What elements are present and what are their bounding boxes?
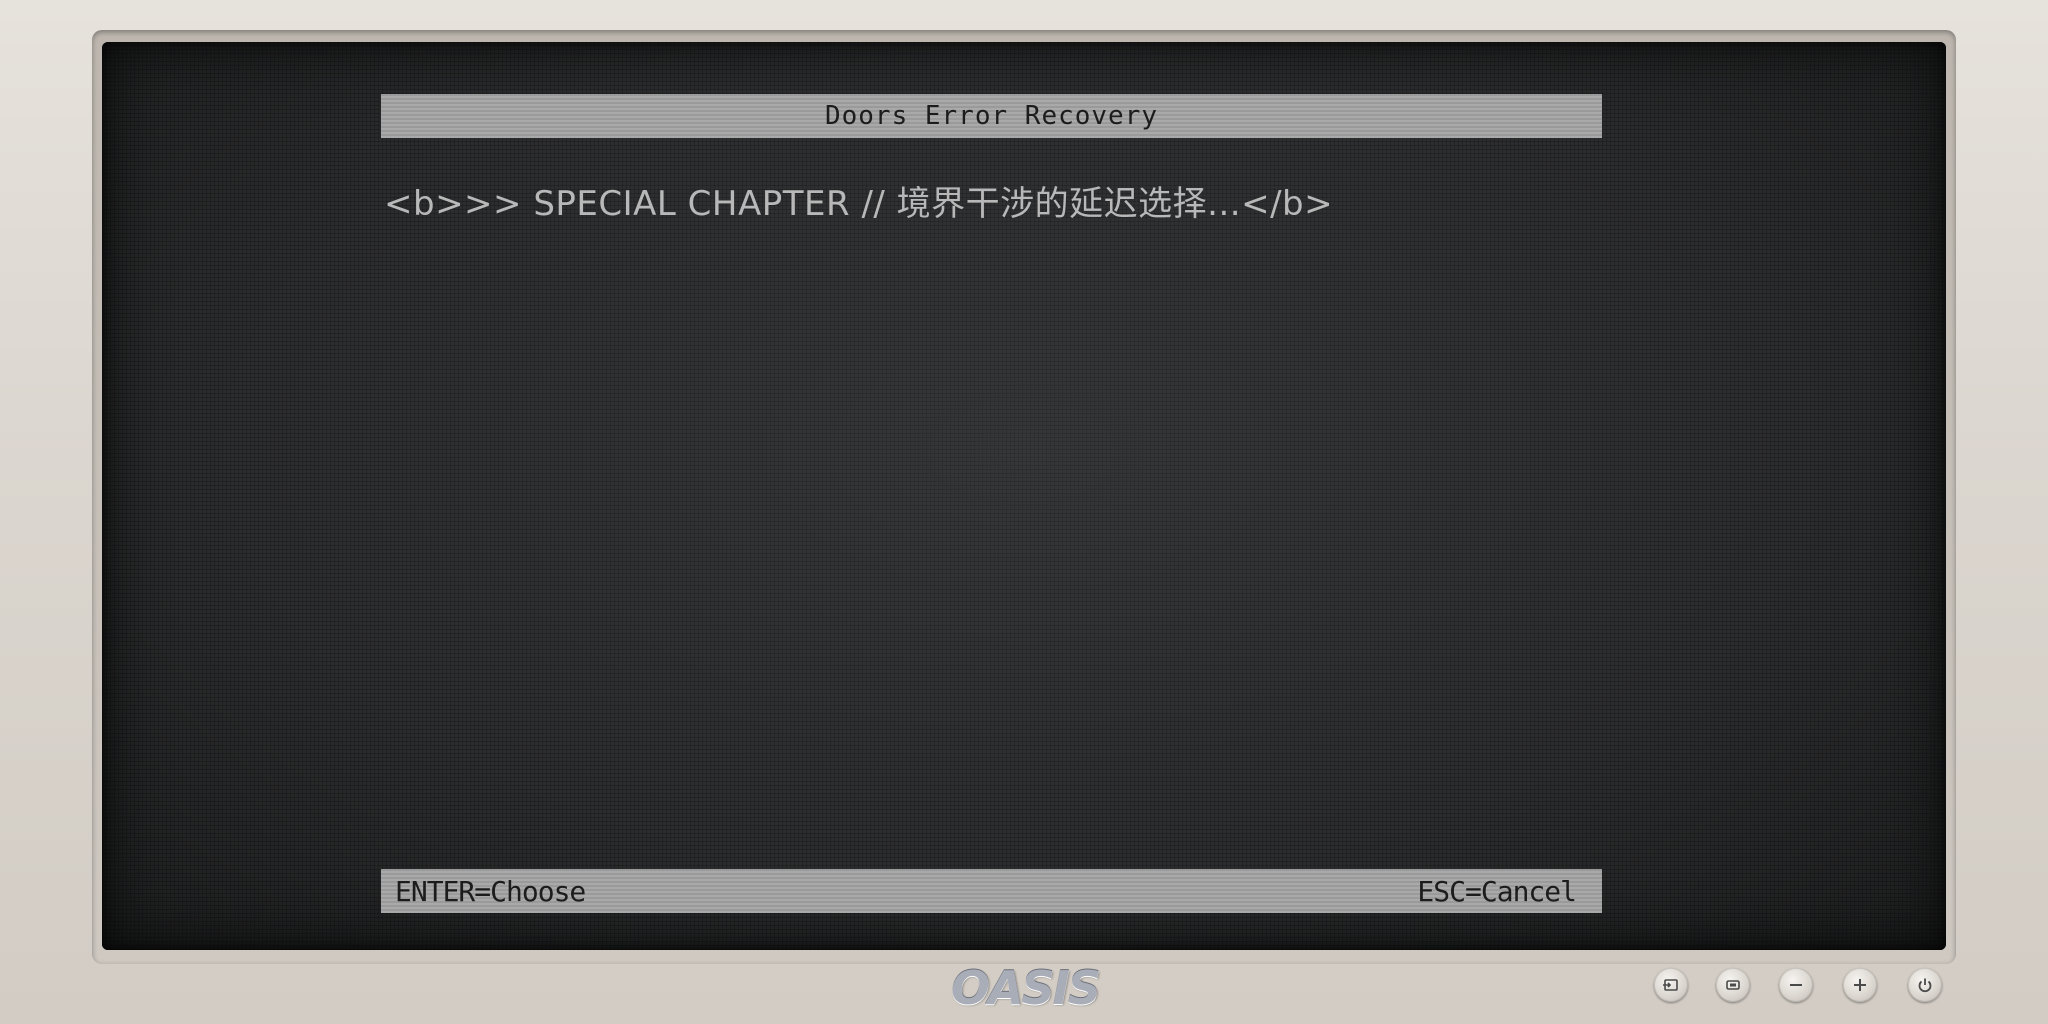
menu-button[interactable]: [1716, 968, 1750, 1002]
enter-hint[interactable]: ENTER=Choose: [395, 875, 586, 908]
plus-icon: [1851, 976, 1869, 994]
minus-button[interactable]: [1779, 968, 1813, 1002]
power-button[interactable]: [1908, 968, 1942, 1002]
brand-logo: OASIS: [950, 961, 1101, 1015]
power-icon: [1916, 976, 1934, 994]
menu-icon: [1724, 976, 1742, 994]
input-source-icon: [1662, 976, 1680, 994]
window-title: Doors Error Recovery: [824, 101, 1159, 131]
title-bar: Doors Error Recovery: [381, 94, 1602, 138]
chapter-heading: <b>>> SPECIAL CHAPTER // 境界干涉的延迟选择...</b…: [384, 184, 1334, 224]
minus-icon: [1787, 976, 1805, 994]
monitor-controls: [1654, 968, 1954, 1008]
crt-screen: Doors Error Recovery <b>>> SPECIAL CHAPT…: [102, 42, 1946, 950]
monitor-frame: Doors Error Recovery <b>>> SPECIAL CHAPT…: [0, 0, 2048, 1024]
esc-hint[interactable]: ESC=Cancel: [1417, 875, 1577, 908]
status-bar: ENTER=Choose ESC=Cancel: [381, 869, 1602, 913]
input-source-button[interactable]: [1654, 968, 1688, 1002]
plus-button[interactable]: [1843, 968, 1877, 1002]
